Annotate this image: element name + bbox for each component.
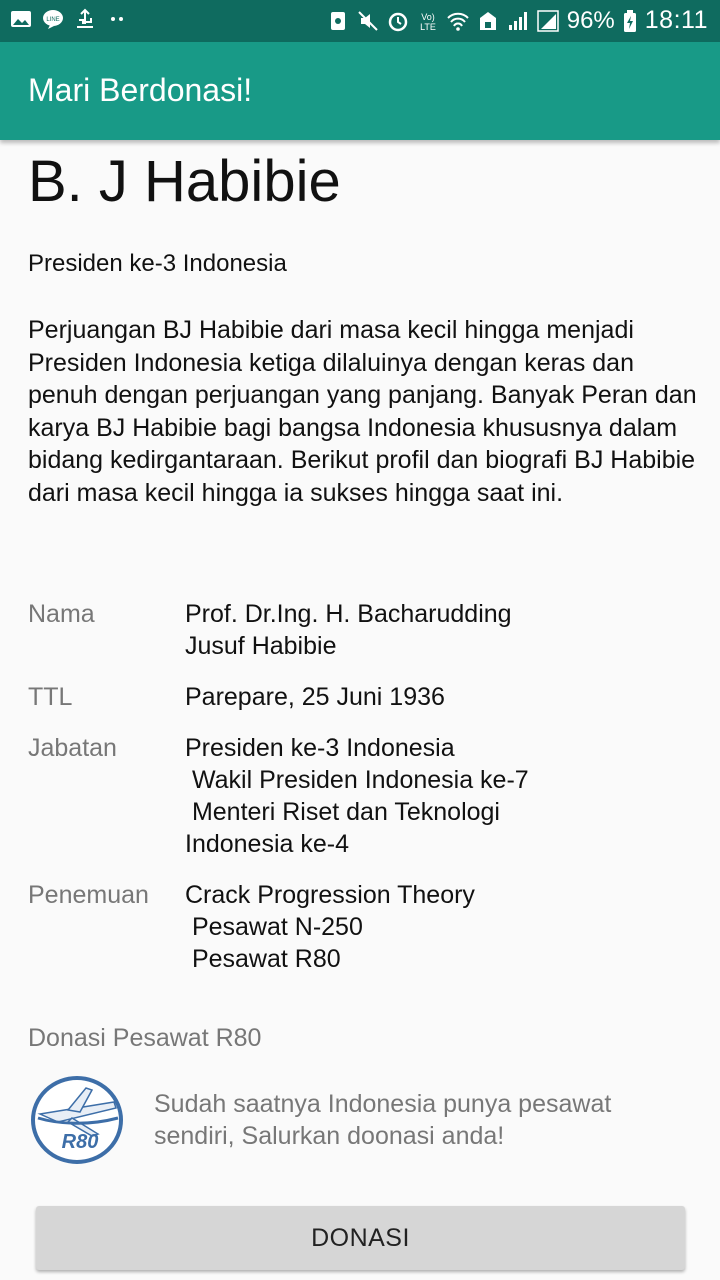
info-value: Prof. Dr.Ing. H. Bacharudding Jusuf Habi… [185,600,512,660]
profile-name: B. J Habibie [28,149,341,214]
usb-icon [77,8,93,28]
r80-logo: R80 [31,1076,123,1164]
status-bar: LINE Vo) LTE 96% 18:11 [0,0,720,42]
mute-icon [358,10,378,31]
volte-icon: Vo)LTE [420,12,436,32]
nfc-icon [330,11,345,30]
clock: 18:11 [644,6,708,34]
info-value: Parepare, 25 Juni 1936 [185,683,445,711]
status-left-icons: LINE [10,8,128,30]
logo-text: R80 [62,1131,99,1153]
profile-subtitle: Presiden ke-3 Indonesia [28,250,287,277]
signal-icon [508,11,527,30]
info-label: Nama [28,600,95,628]
battery-level: 96% [566,6,615,34]
donate-button[interactable]: DONASI [36,1206,685,1270]
dots-icon [111,17,123,21]
svg-text:Vo): Vo) [421,12,435,22]
signal2-icon [536,9,559,32]
donation-title: Donasi Pesawat R80 [28,1024,262,1052]
data-icon [479,11,496,30]
profile-bio: Perjuangan BJ Habibie dari masa kecil hi… [28,316,697,507]
info-label: Jabatan [28,734,117,762]
app-bar: Mari Berdonasi! [0,42,720,140]
info-value: Crack Progression Theory Pesawat N-250 P… [185,881,475,973]
line-icon: LINE [43,10,63,29]
svg-text:LINE: LINE [46,17,59,23]
info-value: Presiden ke-3 Indonesia Wakil Presiden I… [185,734,529,858]
alarm-icon [388,12,407,31]
image-icon [11,11,31,27]
wifi-icon [447,12,469,31]
donation-description: Sudah saatnya Indonesia punya pesawat se… [154,1090,612,1150]
battery-icon [623,9,636,32]
status-right-icons: Vo) LTE 96% 18:11 [327,6,708,35]
svg-text:LTE: LTE [420,22,436,32]
info-label: TTL [28,683,73,711]
info-label: Penemuan [28,881,149,909]
app-title: Mari Berdonasi! [28,72,253,108]
